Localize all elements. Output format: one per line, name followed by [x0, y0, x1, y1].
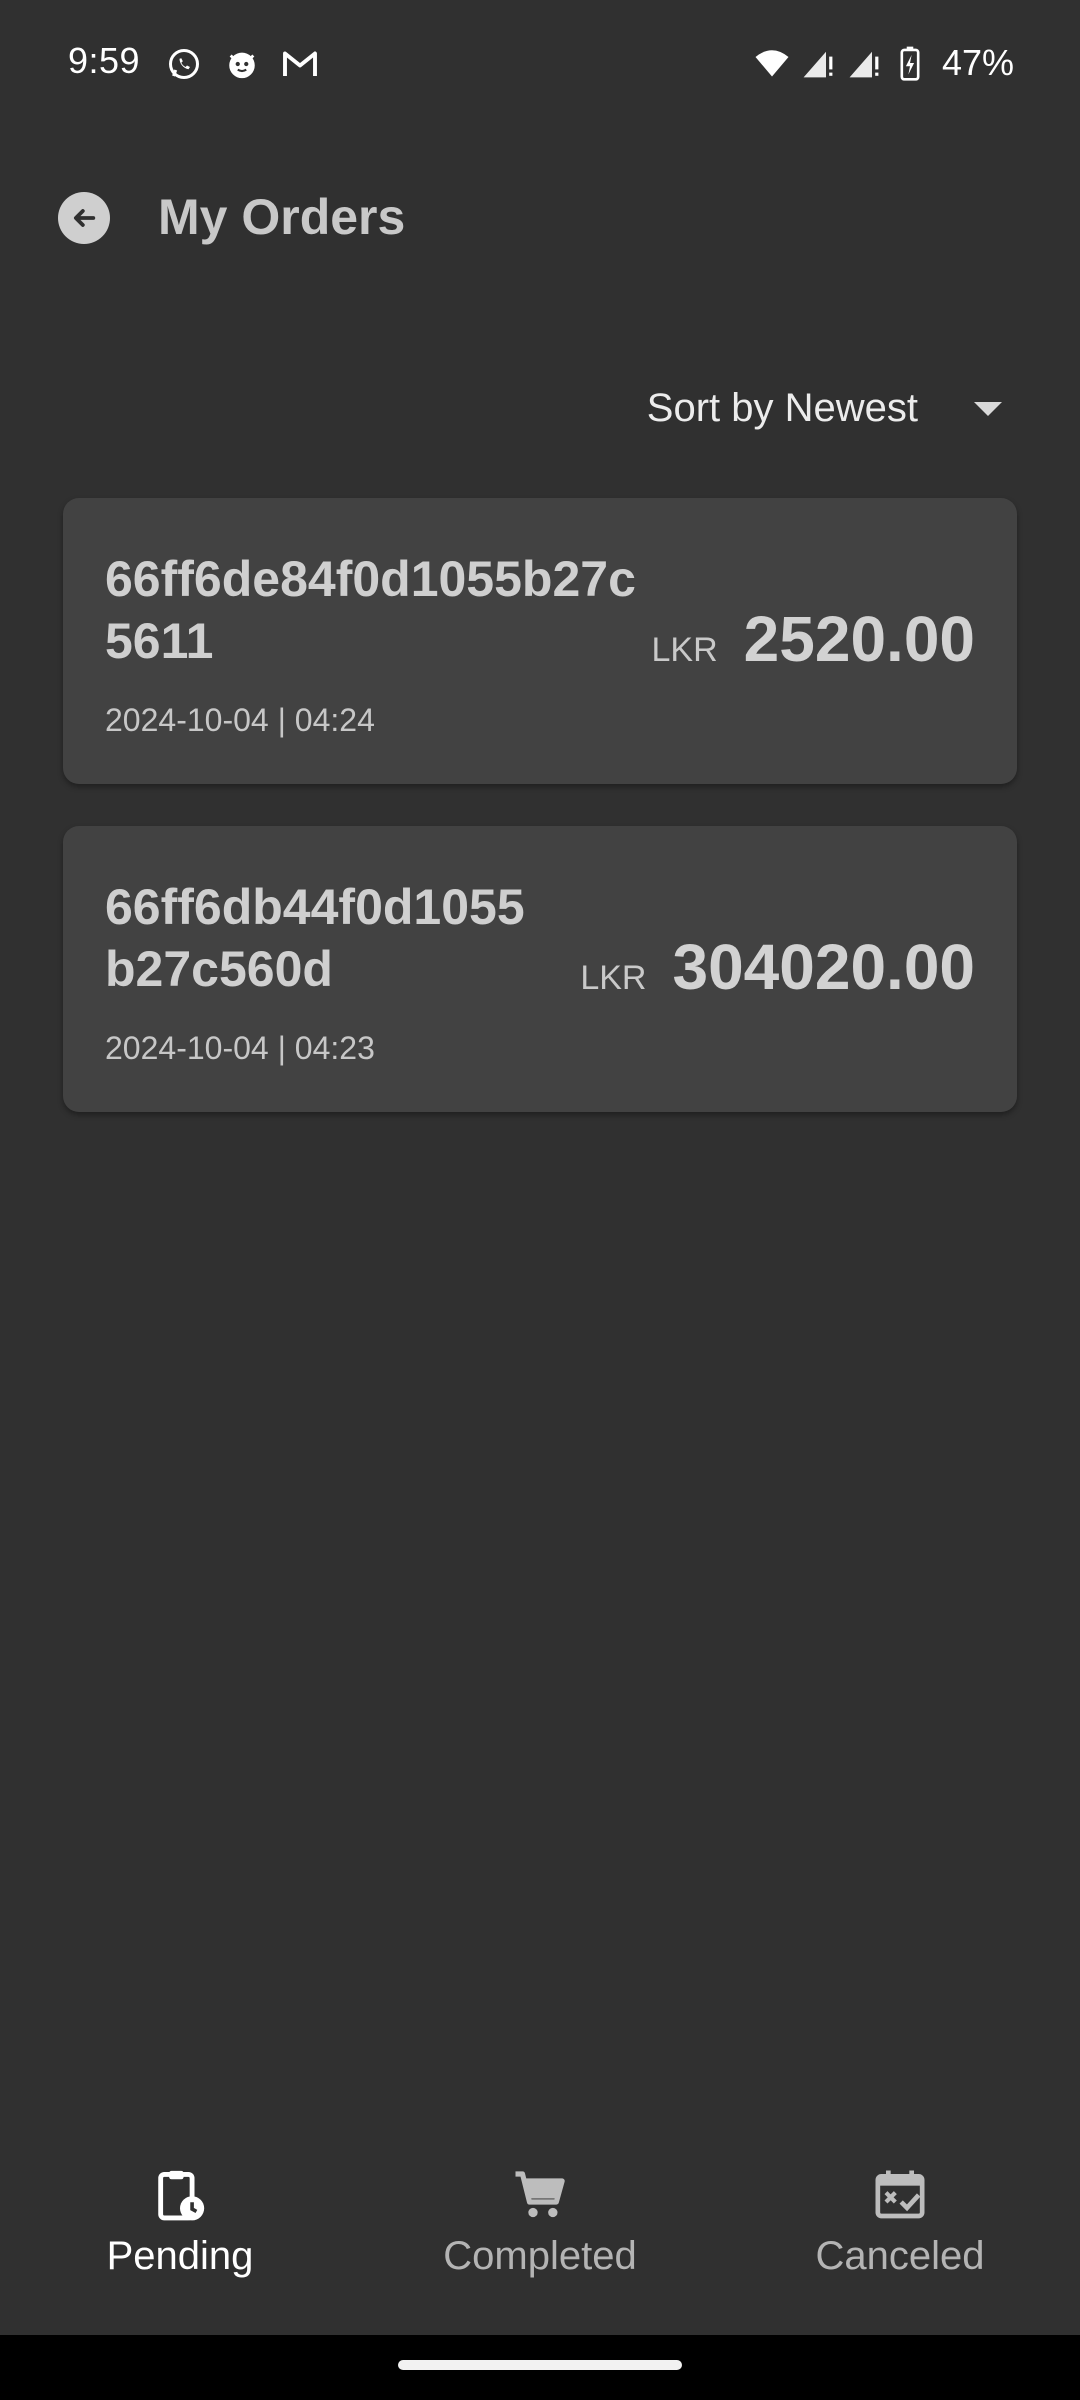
system-icons: 47% — [754, 42, 1014, 84]
battery-charging-icon — [892, 43, 928, 83]
tab-completed[interactable]: Completed — [360, 2140, 720, 2335]
cart-icon — [511, 2166, 569, 2224]
calendar-x-icon — [871, 2166, 929, 2224]
tab-label: Completed — [443, 2234, 637, 2278]
order-date: 2024-10-04 | 04:24 — [105, 702, 375, 738]
orders-list: 66ff6de84f0d1055b27c5611 LKR 2520.00 202… — [63, 498, 1017, 1154]
signal-icon — [846, 43, 882, 83]
status-time: 9:59 — [68, 40, 141, 81]
page-title: My Orders — [158, 189, 406, 245]
tab-label: Canceled — [815, 2234, 985, 2278]
arrow-left-icon — [73, 209, 96, 227]
tab-label: Pending — [106, 2234, 254, 2278]
order-card[interactable]: 66ff6db44f0d1055b27c560d LKR 304020.00 2… — [63, 826, 1017, 1112]
signal-icon — [800, 43, 836, 83]
order-currency: LKR — [580, 959, 647, 997]
order-amount: LKR 2520.00 — [652, 602, 975, 676]
order-amount: LKR 304020.00 — [580, 930, 975, 1004]
order-currency: LKR — [651, 631, 718, 669]
gmail-icon — [280, 44, 320, 84]
system-navigation-bar — [0, 2335, 1080, 2400]
order-id: 66ff6de84f0d1055b27c5611 — [105, 551, 636, 669]
bottom-navigation: Pending Completed Canceled — [0, 2140, 1080, 2335]
clipboard-clock-icon — [151, 2166, 209, 2224]
status-bar: 9:59 47% — [0, 0, 1080, 128]
app-header: My Orders — [0, 160, 1080, 270]
tab-pending[interactable]: Pending — [0, 2140, 360, 2335]
order-date: 2024-10-04 | 04:23 — [105, 1030, 375, 1066]
home-gesture-handle[interactable] — [398, 2360, 682, 2370]
cat-app-icon — [222, 44, 262, 84]
notification-icons — [164, 44, 320, 84]
order-total: 2520.00 — [743, 603, 975, 675]
wifi-icon — [754, 43, 790, 83]
order-card[interactable]: 66ff6de84f0d1055b27c5611 LKR 2520.00 202… — [63, 498, 1017, 784]
chevron-down-icon — [974, 402, 1002, 416]
sort-label: Sort by Newest — [646, 385, 918, 430]
sort-dropdown[interactable]: Sort by Newest — [647, 378, 1002, 438]
order-total: 304020.00 — [672, 931, 975, 1003]
whatsapp-icon — [164, 44, 204, 84]
tab-canceled[interactable]: Canceled — [720, 2140, 1080, 2335]
battery-percent: 47% — [941, 42, 1014, 83]
back-button[interactable] — [58, 192, 110, 244]
order-id: 66ff6db44f0d1055b27c560d — [105, 879, 525, 997]
